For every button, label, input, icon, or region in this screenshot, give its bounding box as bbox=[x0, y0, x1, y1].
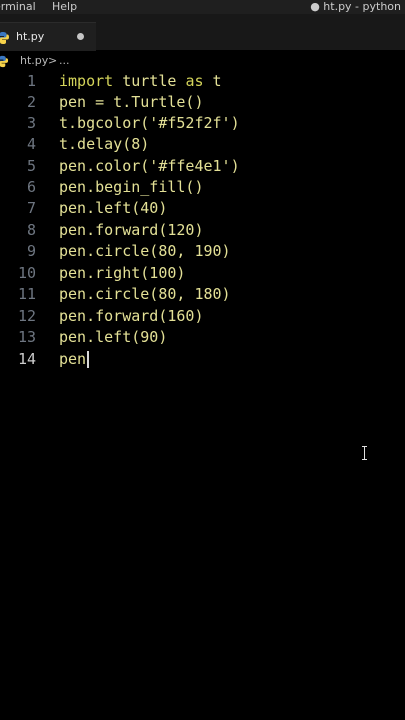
line-number: 7 bbox=[26, 199, 36, 217]
code-line[interactable]: 5 pen.color('#ffe4e1') bbox=[0, 156, 405, 177]
code-text[interactable]: pen.left(90) bbox=[59, 327, 167, 348]
breadcrumb-separator: > bbox=[48, 54, 58, 67]
code-text[interactable]: pen.circle(80, 190) bbox=[59, 241, 231, 262]
tab-label: ht.py bbox=[16, 30, 45, 43]
line-number: 5 bbox=[26, 157, 36, 175]
line-number: 13 bbox=[17, 328, 36, 346]
tab-ht-py[interactable]: ht.py bbox=[0, 22, 96, 51]
code-text[interactable]: import turtle as t bbox=[59, 71, 222, 92]
code-line[interactable]: 12 pen.forward(160) bbox=[0, 306, 405, 327]
ibeam-cursor-icon bbox=[360, 446, 370, 460]
code-line[interactable]: 9 pen.circle(80, 190) bbox=[0, 241, 405, 262]
code-line[interactable]: 2 pen = t.Turtle() bbox=[0, 92, 405, 113]
line-number: 10 bbox=[17, 264, 36, 282]
code-editor[interactable]: 1 import turtle as t 2 pen = t.Turtle() … bbox=[0, 70, 405, 720]
unsaved-dot-icon[interactable] bbox=[77, 33, 84, 40]
code-text[interactable]: pen.right(100) bbox=[59, 263, 185, 284]
line-number: 6 bbox=[26, 178, 36, 196]
code-text[interactable]: pen = t.Turtle() bbox=[59, 92, 204, 113]
code-text[interactable]: pen.color('#ffe4e1') bbox=[59, 156, 240, 177]
code-line[interactable]: 7 pen.left(40) bbox=[0, 198, 405, 219]
code-text[interactable]: pen.begin_fill() bbox=[59, 177, 204, 198]
line-number: 3 bbox=[26, 114, 36, 132]
code-line[interactable]: 3 t.bgcolor('#f52f2f') bbox=[0, 113, 405, 134]
code-line[interactable]: 6 pen.begin_fill() bbox=[0, 177, 405, 198]
line-number: 11 bbox=[17, 285, 36, 303]
breadcrumb-more[interactable]: ... bbox=[59, 52, 70, 70]
code-line[interactable]: 11 pen.circle(80, 180) bbox=[0, 284, 405, 305]
menu-terminal[interactable]: erminal bbox=[0, 0, 36, 14]
code-text[interactable]: pen.forward(160) bbox=[59, 306, 204, 327]
menu-bar: erminal Help ● ht.py - python bbox=[0, 0, 405, 14]
line-number: 12 bbox=[17, 307, 36, 325]
code-text[interactable]: t.bgcolor('#f52f2f') bbox=[59, 113, 240, 134]
code-text[interactable]: pen.circle(80, 180) bbox=[59, 284, 231, 305]
code-line[interactable]: 1 import turtle as t bbox=[0, 71, 405, 92]
code-line-active[interactable]: 14 pen bbox=[0, 349, 405, 370]
tab-bar: ht.py bbox=[0, 14, 405, 51]
code-line[interactable]: 8 pen.forward(120) bbox=[0, 220, 405, 241]
code-text[interactable]: t.delay(8) bbox=[59, 134, 149, 155]
window-title: ● ht.py - python bbox=[310, 0, 401, 13]
breadcrumb-file[interactable]: ht.py bbox=[20, 52, 48, 70]
code-text[interactable]: pen.forward(120) bbox=[59, 220, 204, 241]
code-line[interactable]: 13 pen.left(90) bbox=[0, 327, 405, 348]
code-text[interactable]: pen bbox=[59, 349, 86, 370]
code-line[interactable]: 4 t.delay(8) bbox=[0, 134, 405, 155]
line-number: 14 bbox=[17, 350, 36, 368]
code-text[interactable]: pen.left(40) bbox=[59, 198, 167, 219]
line-number: 1 bbox=[26, 72, 36, 90]
line-number: 9 bbox=[26, 242, 36, 260]
line-number: 8 bbox=[26, 221, 36, 239]
menu-help[interactable]: Help bbox=[52, 0, 77, 14]
code-line[interactable]: 10 pen.right(100) bbox=[0, 263, 405, 284]
line-number: 2 bbox=[26, 93, 36, 111]
text-cursor bbox=[87, 351, 89, 368]
breadcrumb: ht.py > ... bbox=[0, 52, 405, 70]
python-icon bbox=[0, 30, 10, 49]
line-number: 4 bbox=[26, 135, 36, 153]
